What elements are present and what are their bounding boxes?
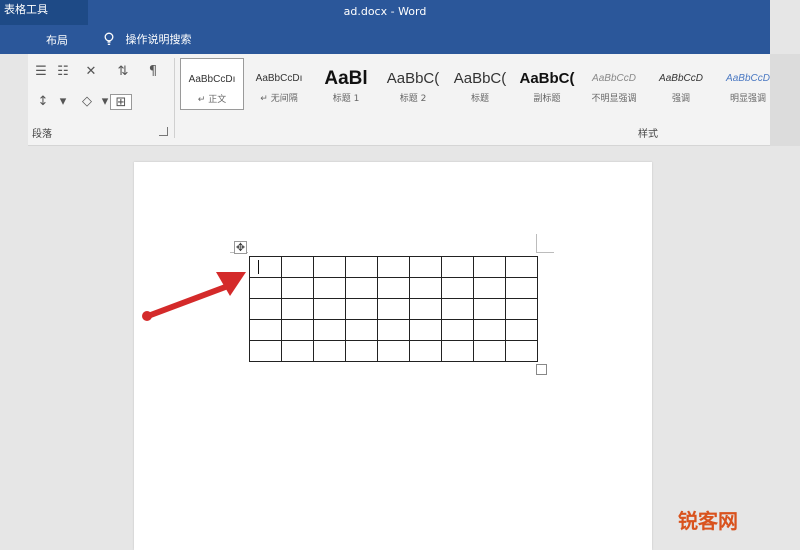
- arrow-tail: [142, 311, 152, 321]
- red-annotation-arrow: [142, 272, 246, 321]
- watermark: 锐客网: [678, 509, 738, 533]
- arrow-head: [216, 272, 246, 296]
- arrow-shaft: [145, 283, 231, 319]
